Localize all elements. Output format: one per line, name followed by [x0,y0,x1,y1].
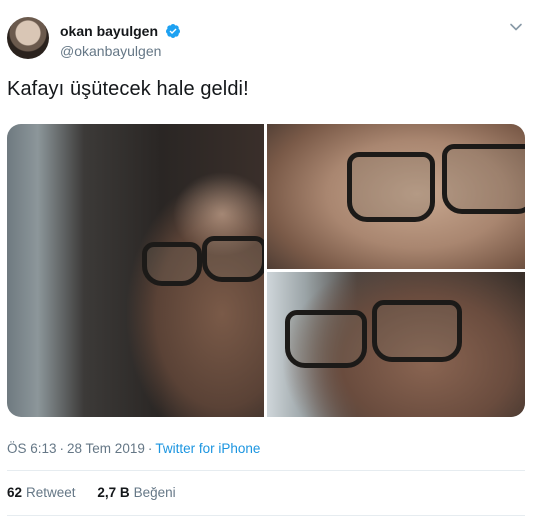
tweet-card: okan bayulgen @okanbayulgen Kafayı üşüte… [0,0,537,519]
photo-3[interactable] [267,272,525,417]
verified-badge-icon [166,23,181,38]
divider [7,515,525,516]
chevron-down-icon[interactable] [509,20,523,34]
photo-1[interactable] [7,124,264,417]
likes-count: 2,7 B [97,485,130,500]
separator: · [59,441,65,456]
author-display-name[interactable]: okan bayulgen [60,23,158,39]
likes-label: Beğeni [133,485,176,500]
retweets-label: Retweet [26,485,76,500]
tweet-author: okan bayulgen @okanbayulgen [60,22,181,59]
tweet-date[interactable]: 28 Tem 2019 [67,441,145,456]
tweet-metadata: ÖS 6:13 · 28 Tem 2019 · Twitter for iPhone [7,441,260,456]
avatar[interactable] [7,17,49,59]
photo-2[interactable] [267,124,525,269]
retweets-stat[interactable]: 62 Retweet [7,485,76,500]
media-grid [7,124,525,417]
tweet-source-link[interactable]: Twitter for iPhone [155,441,260,456]
author-handle[interactable]: @okanbayulgen [60,43,181,59]
tweet-text: Kafayı üşütecek hale geldi! [7,78,249,100]
tweet-stats: 62 Retweet 2,7 B Beğeni [7,485,194,500]
separator: · [147,441,153,456]
tweet-time[interactable]: ÖS 6:13 [7,441,57,456]
likes-stat[interactable]: 2,7 B Beğeni [97,485,175,500]
retweets-count: 62 [7,485,23,500]
divider [7,470,525,471]
